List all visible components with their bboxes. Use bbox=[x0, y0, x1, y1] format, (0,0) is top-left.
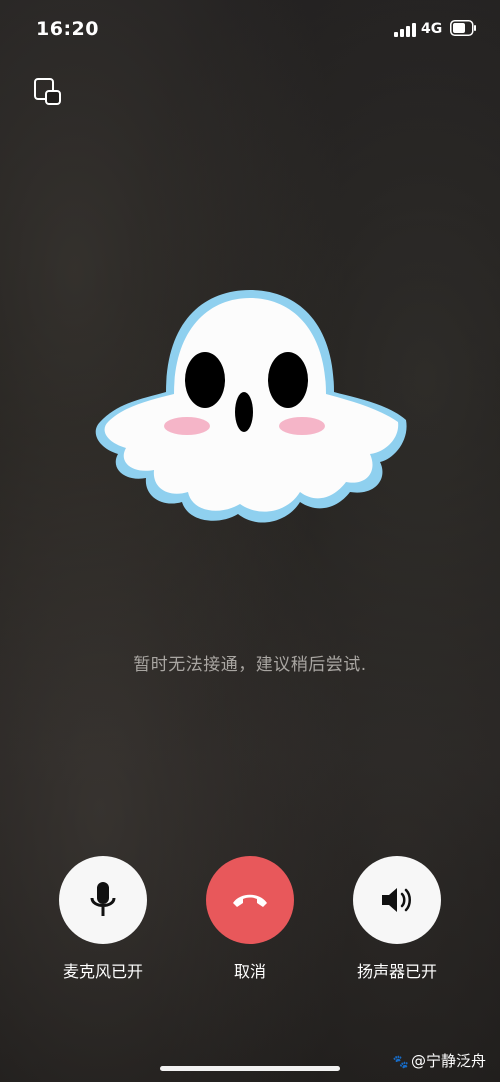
ghost-right-blush bbox=[279, 417, 325, 435]
speaker-button[interactable] bbox=[353, 856, 441, 944]
watermark: 🐾 @宁静泛舟 bbox=[393, 1050, 486, 1071]
ghost-avatar bbox=[95, 290, 407, 523]
speaker-control: 扬声器已开 bbox=[337, 856, 457, 982]
microphone-icon bbox=[90, 882, 116, 916]
paw-icon: 🐾 bbox=[392, 1055, 409, 1070]
battery-icon bbox=[450, 20, 476, 36]
mic-label: 麦克风已开 bbox=[62, 962, 143, 981]
hang-up-button[interactable] bbox=[206, 856, 294, 944]
call-status-message: 暂时无法接通，建议稍后尝试. bbox=[133, 655, 367, 675]
picture-in-picture-icon[interactable] bbox=[32, 76, 64, 108]
home-indicator[interactable] bbox=[160, 1066, 340, 1071]
cancel-control: 取消 bbox=[190, 856, 310, 982]
mic-button[interactable] bbox=[59, 856, 147, 944]
cancel-label: 取消 bbox=[233, 962, 266, 981]
watermark-text: @宁静泛舟 bbox=[410, 1052, 486, 1070]
signal-icon bbox=[394, 23, 416, 37]
ghost-left-eye bbox=[185, 352, 225, 408]
mic-control: 麦克风已开 bbox=[43, 856, 163, 982]
ghost-left-blush bbox=[164, 417, 210, 435]
speaker-icon bbox=[382, 888, 411, 912]
status-bar: 16:20 4G bbox=[0, 0, 500, 58]
status-time: 16:20 bbox=[36, 18, 99, 40]
ghost-mouth bbox=[235, 392, 253, 432]
speaker-label: 扬声器已开 bbox=[356, 962, 437, 981]
ghost-right-eye bbox=[268, 352, 308, 408]
network-type: 4G bbox=[421, 21, 443, 37]
hang-up-icon bbox=[233, 894, 267, 907]
